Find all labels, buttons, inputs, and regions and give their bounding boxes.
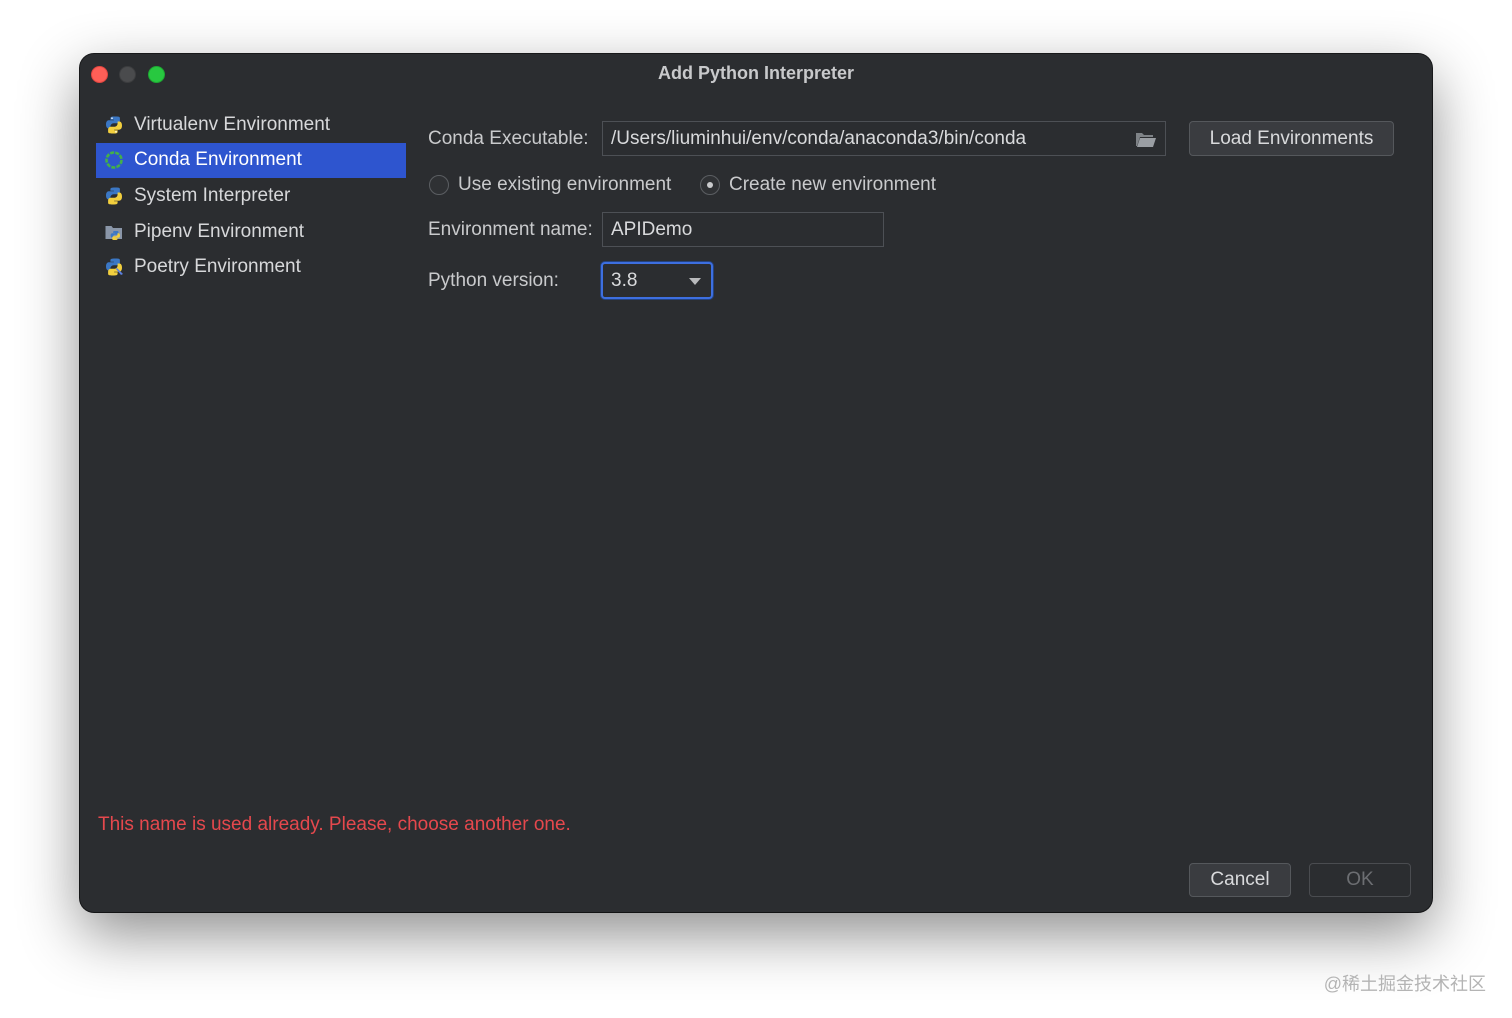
sidebar-item-system-interpreter[interactable]: System Interpreter <box>96 178 406 213</box>
use-existing-radio[interactable] <box>429 175 449 195</box>
sidebar-item-label: Poetry Environment <box>134 256 301 278</box>
environment-name-label: Environment name: <box>428 219 593 240</box>
sidebar-item-label: System Interpreter <box>134 184 291 206</box>
sidebar-item-label: Pipenv Environment <box>134 220 305 242</box>
conda-executable-field[interactable]: /Users/liuminhui/env/conda/anaconda3/bin… <box>602 121 1166 156</box>
python-version-value: 3.8 <box>611 269 638 291</box>
environment-name-input[interactable]: APIDemo <box>602 212 884 247</box>
conda-executable-label: Conda Executable: <box>428 128 589 149</box>
create-new-label[interactable]: Create new environment <box>729 174 936 196</box>
sidebar-item-conda[interactable]: Conda Environment <box>96 142 406 178</box>
sidebar-item-virtualenv[interactable]: Virtualenv Environment <box>96 107 406 142</box>
dialog-title: Add Python Interpreter <box>657 63 854 83</box>
sidebar-item-label: Virtualenv Environment <box>134 113 331 135</box>
watermark: @稀土掘金技术社区 <box>1323 974 1486 994</box>
cancel-button[interactable]: Cancel <box>1189 863 1291 897</box>
add-python-interpreter-dialog: Add Python Interpreter Virtualenv Enviro… <box>80 54 1432 912</box>
interpreter-type-list: Virtualenv Environment Conda Environment… <box>96 107 406 285</box>
use-existing-label[interactable]: Use existing environment <box>458 174 671 196</box>
chevron-down-icon <box>689 278 701 285</box>
title-bar: Add Python Interpreter <box>80 54 1432 94</box>
python-icon <box>106 187 122 205</box>
python-version-label: Python version: <box>428 270 559 291</box>
sidebar-item-label: Conda Environment <box>134 149 302 171</box>
ok-button[interactable]: OK <box>1309 863 1411 897</box>
sidebar-item-poetry[interactable]: Poetry Environment <box>96 250 406 285</box>
create-new-radio[interactable] <box>700 175 720 195</box>
environment-name-value: APIDemo <box>611 218 693 240</box>
python-version-select[interactable]: 3.8 <box>601 262 713 299</box>
validation-error: This name is used already. Please, choos… <box>98 814 571 835</box>
conda-icon <box>105 151 123 169</box>
python-icon <box>106 116 122 133</box>
conda-executable-value: /Users/liuminhui/env/conda/anaconda3/bin… <box>611 127 1027 149</box>
load-environments-button[interactable]: Load Environments <box>1189 121 1394 156</box>
folder-open-icon[interactable] <box>1135 130 1157 148</box>
sidebar-item-pipenv[interactable]: Pipenv Environment <box>96 214 406 249</box>
poetry-icon <box>106 258 123 276</box>
pipenv-icon <box>105 225 122 240</box>
